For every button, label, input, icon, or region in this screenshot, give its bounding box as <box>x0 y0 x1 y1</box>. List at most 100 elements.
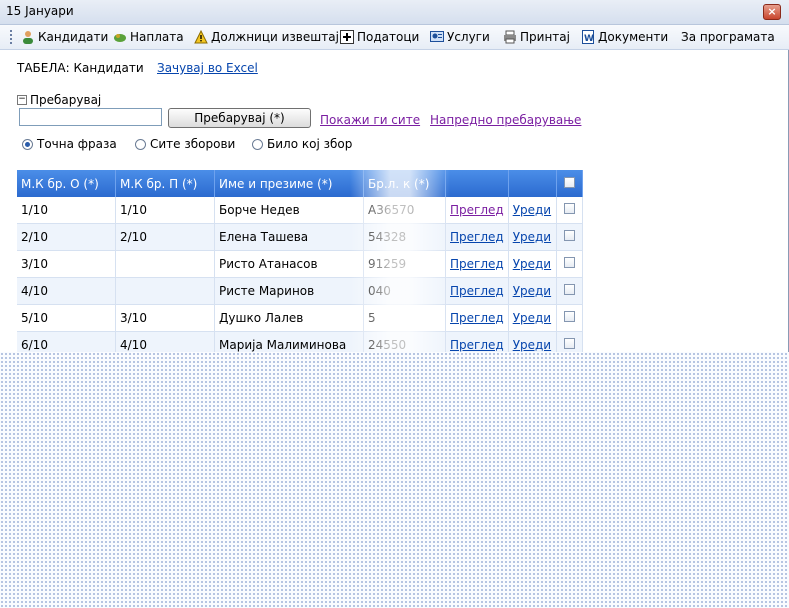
menu-label: Должници извештај <box>211 30 339 44</box>
radio-exact-phrase[interactable]: Точна фраза <box>22 137 117 151</box>
table-row: 2/10 2/10 Елена Ташева 54328 Преглед Уре… <box>17 223 583 251</box>
select-all-checkbox[interactable] <box>563 176 575 188</box>
user-icon <box>21 30 35 44</box>
candidates-table: М.К бр. О (*) М.К бр. П (*) Име и презим… <box>17 170 583 359</box>
cell-mk-o: 4/10 <box>17 277 116 305</box>
column-header-select-all[interactable] <box>556 170 583 197</box>
view-link[interactable]: Преглед <box>450 257 504 271</box>
dithered-background <box>0 352 789 608</box>
svg-text:W: W <box>584 34 594 44</box>
plus-icon <box>340 30 354 44</box>
table-label: ТАБЕЛА: Кандидати <box>17 61 144 75</box>
table-row: 1/10 1/10 Борче Недев А36570 Преглед Уре… <box>17 197 583 224</box>
column-header-edit <box>508 170 557 197</box>
cell-name: Ристо Атанасов <box>214 250 364 278</box>
close-button[interactable]: × <box>763 4 781 20</box>
menu-item-documents[interactable]: W Документи <box>581 29 668 45</box>
main-content: ТАБЕЛА: Кандидати Зачувај во Excel − Пре… <box>0 50 789 360</box>
view-link[interactable]: Преглед <box>450 284 504 298</box>
radio-label: Сите зборови <box>150 137 236 151</box>
word-document-icon: W <box>581 30 595 44</box>
show-all-link[interactable]: Покажи ги сите <box>320 113 420 127</box>
table-header-row: М.К бр. О (*) М.К бр. П (*) Име и презим… <box>17 170 583 197</box>
view-link[interactable]: Преглед <box>450 203 504 217</box>
radio-label: Било кој збор <box>267 137 353 151</box>
menu-item-print[interactable]: Принтај <box>503 29 570 45</box>
edit-link[interactable]: Уреди <box>513 230 551 244</box>
radio-button[interactable] <box>252 138 263 150</box>
title-bar: 15 Јануари × <box>0 0 789 25</box>
radio-all-words[interactable]: Сите зборови <box>135 137 235 151</box>
view-link[interactable]: Преглед <box>450 338 504 352</box>
cell-mk-p: 3/10 <box>115 304 215 332</box>
view-link[interactable]: Преглед <box>450 230 504 244</box>
menu-label: Услуги <box>447 30 490 44</box>
view-link[interactable]: Преглед <box>450 311 504 325</box>
row-checkbox[interactable] <box>563 284 575 295</box>
collapse-icon: − <box>17 94 27 105</box>
table-row: 4/10 Ристе Маринов 040 Преглед Уреди <box>17 277 583 305</box>
printer-icon <box>503 30 517 44</box>
row-checkbox[interactable] <box>563 257 575 268</box>
radio-button[interactable] <box>22 138 33 150</box>
cell-mk-p: 1/10 <box>115 197 215 224</box>
search-button[interactable]: Пребарувај (*) <box>168 108 311 128</box>
row-checkbox[interactable] <box>563 311 575 322</box>
cell-mk-p: 2/10 <box>115 223 215 251</box>
row-checkbox[interactable] <box>563 203 575 214</box>
cell-name: Елена Ташева <box>214 223 364 251</box>
search-panel-toggle[interactable]: − Пребарувај <box>17 93 101 107</box>
radio-label: Точна фраза <box>37 137 117 151</box>
cell-id-number: 54328 <box>363 223 446 251</box>
cell-id-number: 5 <box>363 304 446 332</box>
search-panel-label: Пребарувај <box>30 93 102 107</box>
row-checkbox[interactable] <box>563 230 575 241</box>
row-checkbox[interactable] <box>563 338 575 349</box>
cell-id-number: 040 <box>363 277 446 305</box>
cell-name: Душко Лалев <box>214 304 364 332</box>
edit-link[interactable]: Уреди <box>513 257 551 271</box>
menu-label: За програмата <box>681 30 775 44</box>
column-header-id-number[interactable]: Бр.л. к (*) <box>363 170 446 197</box>
edit-link[interactable]: Уреди <box>513 311 551 325</box>
column-header-mk-p[interactable]: М.К бр. П (*) <box>115 170 215 197</box>
column-header-view <box>445 170 509 197</box>
cell-name: Борче Недев <box>214 197 364 224</box>
money-icon <box>113 30 127 44</box>
services-icon <box>430 30 444 44</box>
cell-id-number: А36570 <box>363 197 446 224</box>
menu-label: Кандидати <box>38 30 109 44</box>
window-title: 15 Јануари <box>6 4 74 18</box>
table-row: 3/10 Ристо Атанасов 91259 Преглед Уреди <box>17 250 583 278</box>
toolbar-grip-icon[interactable] <box>10 30 12 44</box>
advanced-search-link[interactable]: Напредно пребарување <box>430 113 581 127</box>
cell-mk-o: 5/10 <box>17 304 116 332</box>
menu-label: Податоци <box>357 30 420 44</box>
edit-link[interactable]: Уреди <box>513 284 551 298</box>
menu-label: Наплата <box>130 30 184 44</box>
menu-item-services[interactable]: Услуги <box>430 29 490 45</box>
menu-item-debtors-report[interactable]: Должници извештај <box>194 29 339 45</box>
cell-id-number: 91259 <box>363 250 446 278</box>
radio-button[interactable] <box>135 138 146 150</box>
menu-item-about[interactable]: За програмата <box>681 29 775 45</box>
edit-link[interactable]: Уреди <box>513 203 551 217</box>
menu-bar: Кандидати Наплата Должници извештај Пода… <box>0 25 789 50</box>
menu-label: Принтај <box>520 30 570 44</box>
column-header-name[interactable]: Име и презиме (*) <box>214 170 364 197</box>
menu-item-candidates[interactable]: Кандидати <box>21 29 108 45</box>
cell-mk-p <box>115 250 215 278</box>
edit-link[interactable]: Уреди <box>513 338 551 352</box>
radio-any-word[interactable]: Било кој збор <box>252 137 352 151</box>
column-header-mk-o[interactable]: М.К бр. О (*) <box>17 170 116 197</box>
menu-item-data[interactable]: Податоци <box>340 29 419 45</box>
cell-name: Ристе Маринов <box>214 277 364 305</box>
search-input[interactable] <box>19 108 162 126</box>
table-row: 5/10 3/10 Душко Лалев 5 Преглед Уреди <box>17 304 583 332</box>
export-excel-link[interactable]: Зачувај во Excel <box>157 61 258 75</box>
menu-label: Документи <box>598 30 669 44</box>
cell-mk-p <box>115 277 215 305</box>
warning-icon <box>194 29 208 44</box>
app-window: 15 Јануари × Кандидати Наплата Должници … <box>0 0 789 360</box>
menu-item-payment[interactable]: Наплата <box>113 29 184 45</box>
